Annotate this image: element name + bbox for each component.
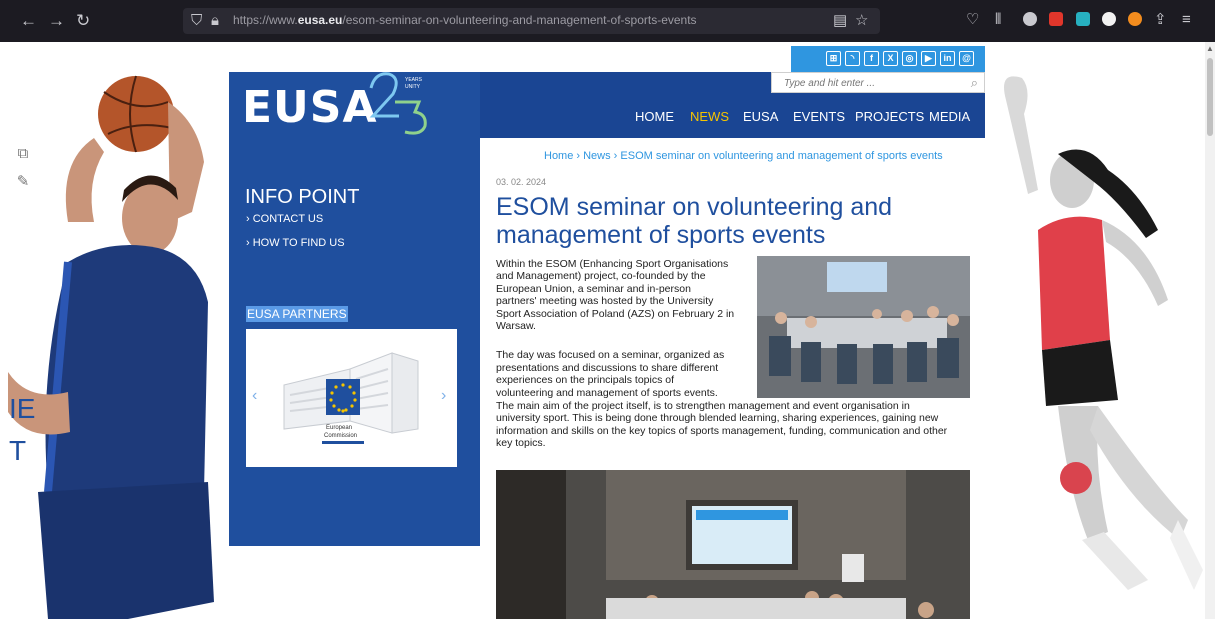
threads-icon[interactable]: @ [959, 51, 974, 66]
bookmark-star-icon[interactable]: ☆ [855, 12, 868, 30]
article-line: information and skills on the key topics… [496, 425, 948, 437]
extension-icon[interactable] [1023, 12, 1037, 26]
extension-icon[interactable] [1102, 12, 1116, 26]
social-bar: ⊞ ◝ f X ◎ ▶ in @ [791, 46, 985, 72]
address-bar[interactable]: ⛉ 🔒︎ https://www.eusa.eu/esom-seminar-on… [183, 8, 880, 34]
pencil-icon[interactable]: ✎ [12, 171, 34, 193]
svg-text:Commission: Commission [324, 433, 357, 439]
article-line: Sport Association of Poland (AZS) on Feb… [496, 308, 735, 320]
article-line: The main aim of the project itself, is t… [496, 400, 910, 412]
library-icon[interactable]: ⫴ [995, 11, 1001, 29]
info-point-title: INFO POINT [245, 186, 360, 208]
article-line: Warsaw. [496, 320, 536, 332]
search-box[interactable]: ⌕ [771, 72, 985, 93]
nav-eusa[interactable]: EUSA [743, 109, 778, 124]
article-line: key topics. [496, 437, 546, 449]
linkedin-icon[interactable]: in [940, 51, 955, 66]
x-icon[interactable]: X [883, 51, 898, 66]
partners-carousel: ‹ › European Commission [246, 329, 457, 467]
browser-toolbar: ← → ↻ ⛉ 🔒︎ https://www.eusa.eu/esom-semi… [0, 0, 1215, 42]
article-line: European Union, a seminar and in-person [496, 283, 691, 295]
youtube-icon[interactable]: ▶ [921, 51, 936, 66]
article-line: The day was focused on a seminar, organi… [496, 349, 725, 361]
reader-view-icon[interactable]: ▤ [833, 12, 847, 30]
lock-icon[interactable]: 🔒︎ [211, 12, 219, 30]
back-icon[interactable]: ← [20, 11, 37, 31]
article-line: partners' meeting was hosted by the Univ… [496, 295, 714, 307]
article-line: and Management) project, co-founded by t… [496, 270, 706, 282]
svg-text:UNITY: UNITY [405, 84, 421, 90]
anniversary-25-logo: YEARS UNITY [369, 72, 427, 135]
svg-text:YEARS: YEARS [405, 77, 423, 83]
article-date: 03. 02. 2024 [496, 177, 547, 187]
sitemap-icon[interactable]: ⊞ [826, 51, 841, 66]
share-icon[interactable]: ⇪ [1154, 11, 1167, 29]
search-input[interactable] [772, 74, 984, 93]
side-letters-2: T [9, 435, 27, 466]
extension-icon[interactable] [1049, 12, 1063, 26]
scrollbar[interactable]: ▲ [1205, 42, 1215, 619]
extension-icon[interactable] [1128, 12, 1142, 26]
carousel-next-icon[interactable]: › [441, 387, 446, 405]
article-title: ESOM seminar on volunteering and managem… [496, 193, 893, 249]
nav-home[interactable]: HOME [635, 109, 674, 124]
open-external-icon[interactable]: ⧉ [12, 143, 34, 165]
rss-icon[interactable]: ◝ [845, 51, 860, 66]
pocket-icon[interactable]: ♡ [966, 11, 979, 29]
scroll-up-icon[interactable]: ▲ [1206, 44, 1214, 53]
forward-icon[interactable]: → [48, 11, 65, 31]
article-line: Within the ESOM (Enhancing Sport Organis… [496, 258, 729, 270]
nav-events[interactable]: EVENTS [793, 109, 845, 124]
reload-icon[interactable]: ↻ [76, 11, 90, 31]
carousel-prev-icon[interactable]: ‹ [252, 387, 257, 405]
basketball-player-image [8, 75, 214, 619]
facebook-icon[interactable]: f [864, 51, 879, 66]
scrollbar-thumb[interactable] [1207, 58, 1213, 136]
nav-news[interactable]: NEWS [690, 109, 729, 124]
search-icon[interactable]: ⌕ [971, 75, 978, 91]
seminar-photo-1[interactable] [757, 256, 970, 398]
partners-label: EUSA PARTNERS [246, 306, 348, 322]
volleyball-player-image [1004, 76, 1203, 590]
article-line: presentations and discussions to share d… [496, 362, 719, 374]
breadcrumb[interactable]: Home › News › ESOM seminar on volunteeri… [544, 150, 943, 162]
side-letters-1: IE [9, 393, 36, 424]
nav-projects[interactable]: PROJECTS [855, 109, 924, 124]
menu-icon[interactable]: ≡ [1182, 11, 1191, 29]
site-logo[interactable]: EUSA [242, 82, 378, 133]
instagram-icon[interactable]: ◎ [902, 51, 917, 66]
how-to-find-us-link[interactable]: › HOW TO FIND US [246, 237, 345, 249]
seminar-photo-2[interactable] [496, 470, 970, 619]
article-line: university sport. This is being done thr… [496, 412, 939, 424]
article-line: experiences on the principals topics of [496, 374, 675, 386]
contact-us-link[interactable]: › CONTACT US [246, 213, 323, 225]
url-text[interactable]: https://www.eusa.eu/esom-seminar-on-volu… [233, 13, 697, 27]
article-line: volunteering and management of sports ev… [496, 387, 718, 399]
svg-text:European: European [326, 425, 352, 431]
shield-icon[interactable]: ⛉ [191, 12, 202, 30]
nav-media[interactable]: MEDIA [929, 109, 970, 124]
extension-icon[interactable] [1076, 12, 1090, 26]
european-commission-logo: European Commission [283, 352, 419, 444]
